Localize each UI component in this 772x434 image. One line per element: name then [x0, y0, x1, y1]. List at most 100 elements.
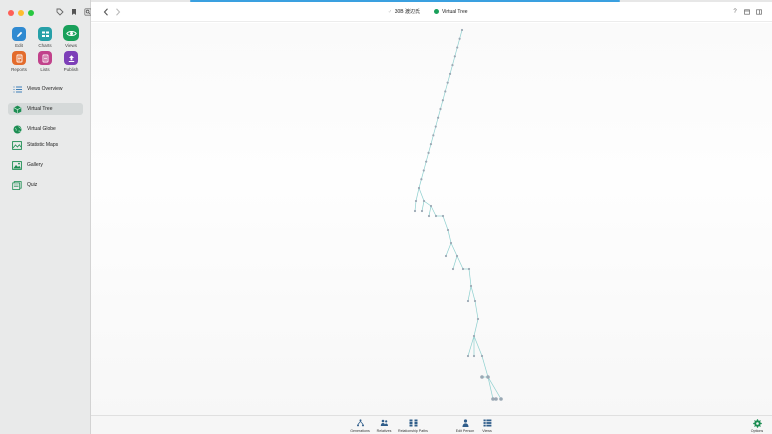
views-tool-button[interactable]: Views — [59, 25, 83, 48]
gear-icon — [752, 418, 762, 428]
edit-person-button[interactable]: Edit Person — [453, 419, 477, 433]
publish-tool-button[interactable]: Publish — [59, 51, 83, 72]
tag-icon[interactable] — [56, 8, 64, 16]
forward-button[interactable] — [115, 8, 121, 18]
tree-person-node[interactable] — [451, 267, 455, 271]
tree-edge — [467, 335, 475, 357]
sidebar-item-quiz[interactable]: Quiz — [8, 179, 83, 191]
tree-person-node[interactable] — [467, 267, 471, 271]
tree-edge — [421, 200, 425, 212]
minimize-window-button[interactable] — [18, 10, 24, 16]
tree-person-node[interactable] — [449, 241, 453, 245]
tree-person-node[interactable] — [429, 143, 433, 146]
tree-edge — [428, 205, 432, 217]
tree-edge — [423, 161, 427, 171]
tree-person-node[interactable] — [429, 204, 433, 208]
tree-person-node[interactable] — [460, 28, 464, 32]
tree-person-node[interactable] — [480, 354, 484, 358]
tree-person-node[interactable] — [453, 55, 456, 58]
tree-person-node[interactable] — [480, 375, 484, 379]
generations-button[interactable]: Generations — [348, 419, 372, 433]
relationship-paths-button[interactable]: Relationship Paths — [394, 419, 432, 433]
reports-tool-button[interactable]: Reports — [7, 51, 31, 72]
tree-person-node[interactable] — [432, 134, 435, 137]
tree-person-node[interactable] — [466, 354, 470, 358]
tree-edge — [474, 300, 479, 320]
sidebar-item-virtual-tree[interactable]: Virtual Tree — [8, 103, 83, 115]
tree-edge — [440, 100, 444, 110]
tree-person-node[interactable] — [437, 116, 440, 119]
bookmark-icon[interactable] — [70, 8, 78, 16]
options-button[interactable]: Options — [747, 418, 767, 433]
gallery-icon — [12, 160, 22, 170]
sidebar-item-label: Statistic Maps — [27, 142, 59, 148]
views-bottom-button[interactable]: Views — [477, 419, 497, 433]
lists-tool-button[interactable]: Lists — [33, 51, 57, 72]
tree-person-node[interactable] — [427, 214, 431, 218]
tree-person-node[interactable] — [425, 160, 428, 163]
sidebar-item-label: Views Overview — [27, 86, 63, 92]
tree-person-node[interactable] — [441, 99, 444, 102]
tree-person-node[interactable] — [461, 267, 465, 271]
sidebar-item-label: Gallery — [27, 162, 43, 168]
breadcrumb-view[interactable]: Virtual Tree — [442, 9, 467, 15]
window-layout-icon[interactable] — [744, 9, 750, 15]
tree-person-node[interactable] — [448, 72, 452, 75]
help-icon[interactable]: ? — [732, 9, 738, 15]
tree-person-node[interactable] — [472, 354, 476, 358]
tree-edge — [468, 268, 472, 287]
tree-edge — [470, 285, 476, 302]
tree-person-node[interactable] — [441, 214, 445, 218]
tree-person-node[interactable] — [455, 254, 459, 258]
breadcrumb-person[interactable]: 30B 渡辺氏 — [395, 8, 420, 15]
tree-person-node[interactable] — [444, 90, 447, 93]
tree-person-node[interactable] — [420, 209, 424, 213]
sidebar-toggle-icon[interactable] — [756, 9, 762, 15]
tree-person-node[interactable] — [499, 397, 503, 401]
reports-icon — [12, 51, 26, 65]
tree-person-node[interactable] — [434, 125, 437, 128]
sidebar-item-virtual-globe[interactable]: Virtual Globe — [8, 123, 83, 135]
edit-tool-label: Edit — [15, 43, 23, 48]
tree-person-node[interactable] — [434, 214, 438, 218]
tree-person-node[interactable] — [413, 209, 417, 213]
tree-person-node[interactable] — [473, 299, 477, 303]
charts-tool-button[interactable]: Charts — [33, 27, 57, 48]
tree-edge — [445, 242, 452, 257]
tree-person-node[interactable] — [444, 254, 448, 258]
sidebar-item-statistic-maps[interactable]: Statistic Maps — [8, 139, 83, 151]
tree-person-node[interactable] — [466, 299, 470, 303]
zoom-window-button[interactable] — [28, 10, 34, 16]
window-controls — [8, 10, 34, 16]
virtual-tree-graph[interactable] — [91, 23, 772, 415]
tree-person-node[interactable] — [469, 284, 473, 288]
close-window-button[interactable] — [8, 10, 14, 16]
tree-edge — [467, 285, 472, 302]
relatives-button[interactable]: Relatives — [373, 419, 395, 433]
eye-icon — [63, 25, 79, 41]
tree-edge — [452, 56, 456, 66]
tree-person-node[interactable] — [446, 228, 450, 232]
tree-person-node[interactable] — [446, 81, 449, 84]
sidebar-item-views-overview[interactable]: Views Overview — [8, 83, 83, 95]
tree-person-node[interactable] — [414, 199, 418, 203]
tree-person-node[interactable] — [476, 317, 480, 321]
tree-person-node[interactable] — [422, 169, 425, 172]
tree-person-node[interactable] — [486, 375, 490, 379]
tree-edge — [447, 229, 452, 244]
tree-person-node[interactable] — [456, 46, 459, 49]
tree-person-node[interactable] — [494, 397, 498, 401]
virtual-tree-canvas[interactable] — [91, 23, 772, 415]
tree-person-node[interactable] — [458, 37, 461, 40]
tree-person-node[interactable] — [472, 334, 476, 338]
tree-person-node[interactable] — [417, 186, 421, 190]
breadcrumb: ♂ 30B 渡辺氏 Virtual Tree — [388, 8, 468, 16]
tree-person-node[interactable] — [420, 178, 423, 181]
tree-person-node[interactable] — [422, 199, 426, 203]
tree-person-node[interactable] — [439, 107, 442, 111]
back-button[interactable] — [103, 8, 109, 18]
tree-person-node[interactable] — [427, 151, 430, 154]
sidebar-item-gallery[interactable]: Gallery — [8, 159, 83, 171]
tree-person-node[interactable] — [451, 64, 454, 67]
edit-tool-button[interactable]: Edit — [7, 27, 31, 48]
